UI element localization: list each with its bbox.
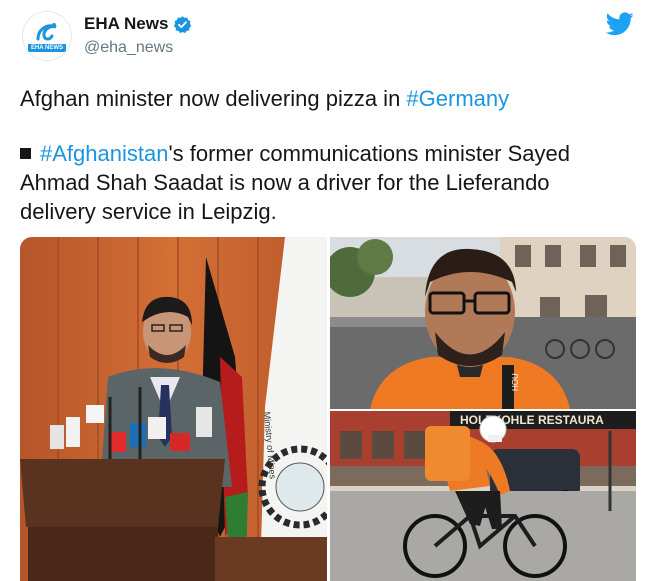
tweet-headline: Afghan minister now delivering pizza in … [20, 84, 509, 113]
para-text-2: Ahmad Shah Saadat is now a driver for th… [20, 170, 550, 195]
avatar[interactable]: EHA NEWS [22, 11, 72, 61]
media-image-cyclist[interactable]: HOLZKOHLE RESTAURA [330, 411, 636, 581]
tweet-paragraph: #Afghanistan's former communications min… [20, 139, 640, 226]
author-handle[interactable]: @eha_news [84, 39, 173, 57]
eha-logo-icon [36, 22, 57, 40]
hashtag-afghanistan[interactable]: #Afghanistan [40, 141, 168, 166]
verified-badge-icon [174, 15, 192, 33]
author-name[interactable]: EHA News [84, 14, 168, 34]
avatar-logo-text: EHA NEWS [27, 43, 67, 52]
twitter-bird-icon[interactable] [606, 12, 634, 36]
para-text-1: 's former communications minister Sayed [168, 141, 570, 166]
media-image-street-portrait[interactable]: HOU [330, 237, 636, 409]
media-image-press-conference[interactable]: Ministry of Mines [20, 237, 327, 581]
author-name-row[interactable]: EHA News [84, 14, 192, 34]
headline-text: Afghan minister now delivering pizza in [20, 86, 407, 111]
shirt-text: HOU [511, 373, 520, 391]
square-bullet-icon [20, 148, 31, 159]
para-text-3: delivery service in Leipzig. [20, 199, 277, 224]
hashtag-germany[interactable]: #Germany [406, 86, 509, 111]
